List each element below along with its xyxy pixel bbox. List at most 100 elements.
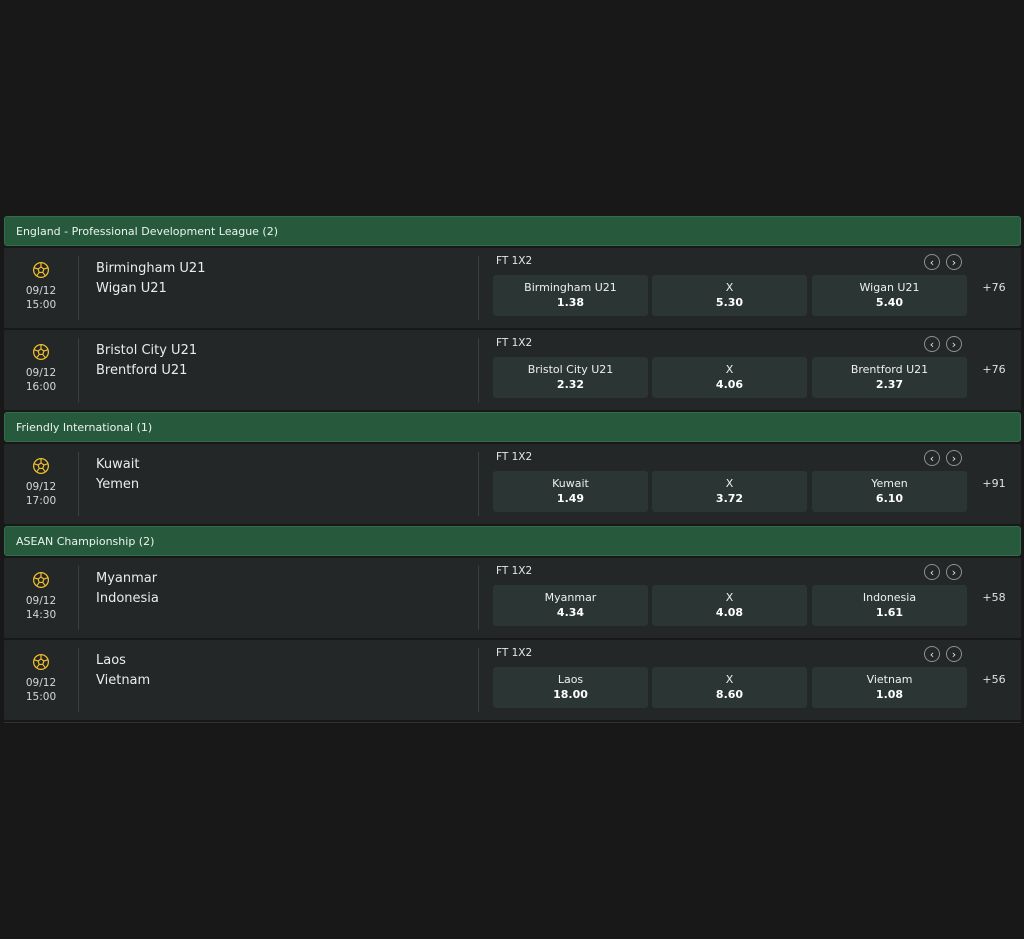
odd-button-draw[interactable]: X 3.72 bbox=[652, 471, 807, 512]
more-markets-link[interactable]: +76 bbox=[979, 281, 1009, 294]
soccer-ball-icon bbox=[32, 457, 50, 475]
odd-button-home[interactable]: Laos 18.00 bbox=[493, 667, 648, 708]
soccer-ball-icon bbox=[32, 571, 50, 589]
odd-value: 1.49 bbox=[556, 492, 585, 505]
odd-label: X bbox=[725, 281, 734, 294]
league-header[interactable]: England - Professional Development Leagu… bbox=[4, 216, 1021, 246]
odd-button-away[interactable]: Brentford U21 2.37 bbox=[812, 357, 967, 398]
divider bbox=[478, 452, 479, 516]
divider bbox=[78, 452, 79, 516]
event-time-column: 09/12 15:00 bbox=[4, 640, 78, 720]
odd-button-away[interactable]: Yemen 6.10 bbox=[812, 471, 967, 512]
event-row[interactable]: 09/12 15:00 Laos Vietnam FT 1X2 ‹ › Laos… bbox=[4, 640, 1021, 720]
home-team: Laos bbox=[96, 653, 126, 668]
odd-label: X bbox=[725, 591, 734, 604]
odd-button-draw[interactable]: X 4.06 bbox=[652, 357, 807, 398]
odd-label: Wigan U21 bbox=[859, 281, 920, 294]
event-date: 09/12 bbox=[25, 677, 57, 689]
more-markets-link[interactable]: +58 bbox=[979, 591, 1009, 604]
league-header[interactable]: ASEAN Championship (2) bbox=[4, 526, 1021, 556]
odd-value: 8.60 bbox=[715, 688, 744, 701]
more-markets-link[interactable]: +91 bbox=[979, 477, 1009, 490]
event-teams[interactable]: Bristol City U21 Brentford U21 bbox=[96, 341, 197, 381]
list-bottom-border bbox=[4, 722, 1021, 723]
chevron-right-icon[interactable]: › bbox=[946, 646, 962, 662]
event-time: 16:00 bbox=[25, 381, 57, 393]
odd-button-away[interactable]: Wigan U21 5.40 bbox=[812, 275, 967, 316]
odd-button-home[interactable]: Kuwait 1.49 bbox=[493, 471, 648, 512]
divider bbox=[478, 566, 479, 630]
event-time-column: 09/12 15:00 bbox=[4, 248, 78, 328]
odd-value: 4.06 bbox=[715, 378, 744, 391]
event-row[interactable]: 09/12 15:00 Birmingham U21 Wigan U21 FT … bbox=[4, 248, 1021, 328]
odd-button-draw[interactable]: X 8.60 bbox=[652, 667, 807, 708]
odd-label: Laos bbox=[557, 673, 584, 686]
odd-label: Bristol City U21 bbox=[527, 363, 614, 376]
odd-button-draw[interactable]: X 4.08 bbox=[652, 585, 807, 626]
odd-label: Yemen bbox=[871, 477, 908, 490]
event-date: 09/12 bbox=[25, 367, 57, 379]
away-team: Vietnam bbox=[96, 673, 151, 688]
more-markets-link[interactable]: +76 bbox=[979, 363, 1009, 376]
divider bbox=[478, 256, 479, 320]
event-teams[interactable]: Birmingham U21 Wigan U21 bbox=[96, 259, 205, 299]
odd-label: Brentford U21 bbox=[850, 363, 929, 376]
odd-button-draw[interactable]: X 5.30 bbox=[652, 275, 807, 316]
event-teams[interactable]: Myanmar Indonesia bbox=[96, 569, 159, 609]
odd-button-away[interactable]: Vietnam 1.08 bbox=[812, 667, 967, 708]
away-team: Wigan U21 bbox=[96, 281, 167, 296]
odd-button-home[interactable]: Myanmar 4.34 bbox=[493, 585, 648, 626]
market-label: FT 1X2 bbox=[496, 337, 533, 349]
market-label: FT 1X2 bbox=[496, 451, 533, 463]
odd-value: 1.08 bbox=[875, 688, 904, 701]
odd-button-home[interactable]: Birmingham U21 1.38 bbox=[493, 275, 648, 316]
divider bbox=[78, 566, 79, 630]
league-header[interactable]: Friendly International (1) bbox=[4, 412, 1021, 442]
chevron-right-icon[interactable]: › bbox=[946, 254, 962, 270]
odd-label: Kuwait bbox=[552, 477, 589, 490]
away-team: Yemen bbox=[96, 477, 140, 492]
home-team: Birmingham U21 bbox=[96, 261, 206, 276]
event-time: 17:00 bbox=[25, 495, 57, 507]
chevron-right-icon[interactable]: › bbox=[946, 564, 962, 580]
event-time-column: 09/12 17:00 bbox=[4, 444, 78, 524]
event-row[interactable]: 09/12 14:30 Myanmar Indonesia FT 1X2 ‹ ›… bbox=[4, 558, 1021, 638]
event-list: England - Professional Development Leagu… bbox=[4, 216, 1021, 723]
event-date: 09/12 bbox=[25, 595, 57, 607]
odd-value: 1.61 bbox=[875, 606, 904, 619]
soccer-ball-icon bbox=[32, 653, 50, 671]
event-teams[interactable]: Kuwait Yemen bbox=[96, 455, 139, 495]
odd-value: 1.38 bbox=[556, 296, 585, 309]
odd-button-home[interactable]: Bristol City U21 2.32 bbox=[493, 357, 648, 398]
market-label: FT 1X2 bbox=[496, 565, 533, 577]
odd-label: Myanmar bbox=[544, 591, 597, 604]
odd-value: 3.72 bbox=[715, 492, 744, 505]
away-team: Brentford U21 bbox=[96, 363, 188, 378]
odd-value: 18.00 bbox=[553, 688, 588, 701]
more-markets-link[interactable]: +56 bbox=[979, 673, 1009, 686]
home-team: Kuwait bbox=[96, 457, 140, 472]
chevron-left-icon[interactable]: ‹ bbox=[924, 254, 940, 270]
odd-value: 5.40 bbox=[875, 296, 904, 309]
chevron-left-icon[interactable]: ‹ bbox=[924, 646, 940, 662]
chevron-left-icon[interactable]: ‹ bbox=[924, 564, 940, 580]
divider bbox=[478, 648, 479, 712]
divider bbox=[478, 338, 479, 402]
odd-label: X bbox=[725, 477, 734, 490]
event-row[interactable]: 09/12 16:00 Bristol City U21 Brentford U… bbox=[4, 330, 1021, 410]
chevron-right-icon[interactable]: › bbox=[946, 336, 962, 352]
chevron-left-icon[interactable]: ‹ bbox=[924, 336, 940, 352]
odd-value: 2.32 bbox=[556, 378, 585, 391]
event-row[interactable]: 09/12 17:00 Kuwait Yemen FT 1X2 ‹ › Kuwa… bbox=[4, 444, 1021, 524]
chevron-left-icon[interactable]: ‹ bbox=[924, 450, 940, 466]
home-team: Myanmar bbox=[96, 571, 158, 586]
odd-label: Indonesia bbox=[862, 591, 917, 604]
divider bbox=[78, 256, 79, 320]
odd-button-away[interactable]: Indonesia 1.61 bbox=[812, 585, 967, 626]
event-time: 14:30 bbox=[25, 609, 57, 621]
event-teams[interactable]: Laos Vietnam bbox=[96, 651, 150, 691]
odd-value: 2.37 bbox=[875, 378, 904, 391]
chevron-right-icon[interactable]: › bbox=[946, 450, 962, 466]
odd-label: X bbox=[725, 363, 734, 376]
odd-label: Birmingham U21 bbox=[524, 281, 617, 294]
